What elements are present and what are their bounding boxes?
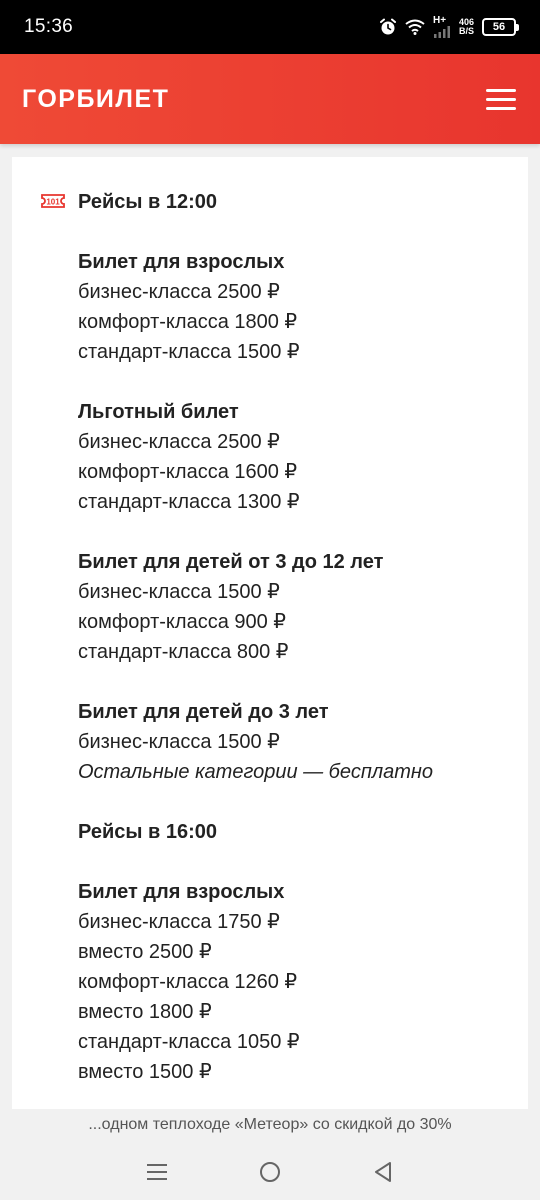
section-heading: Билет для взрослых	[78, 881, 285, 903]
section-heading: Билет для взрослых	[78, 251, 285, 273]
price-line: комфорт-класса 1600 ₽	[78, 461, 298, 483]
status-icons: H+ 406 B/S 56	[379, 16, 519, 38]
svg-text:101: 101	[46, 198, 60, 207]
ticket-prices-text: Рейсы в 12:00 Билет для взрослых бизнес-кл…	[78, 187, 508, 1087]
price-line: вместо 2500 ₽	[78, 941, 212, 963]
section-heading: Билет для детей до 3 лет	[78, 701, 329, 723]
wifi-icon	[405, 19, 425, 35]
app-header: ГОРБИЛЕТ	[0, 54, 540, 144]
price-line: бизнес-класса 1750 ₽	[78, 911, 280, 933]
price-line: бизнес-класса 2500 ₽	[78, 431, 280, 453]
price-line: комфорт-класса 900 ₽	[78, 611, 287, 633]
hamburger-menu-button[interactable]	[486, 88, 516, 110]
section-heading: Льготный билет	[78, 401, 239, 423]
section-heading: Билет для детей от 3 до 12 лет	[78, 551, 384, 573]
price-line: бизнес-класса 1500 ₽	[78, 581, 280, 603]
price-line: стандарт-класса 1500 ₽	[78, 341, 300, 363]
section-heading: Рейсы в 12:00	[78, 191, 218, 213]
logo-text: ГОРБИЛЕТ	[22, 84, 170, 113]
menu-bar-icon	[486, 97, 516, 101]
menu-nav-icon[interactable]	[137, 1152, 177, 1192]
price-line: вместо 1800 ₽	[78, 1001, 212, 1023]
content-card: 101 Рейсы в 12:00 Билет для взрослых бизне…	[12, 157, 528, 1109]
price-line: вместо 1500 ₽	[78, 1061, 212, 1083]
status-time: 15:36	[24, 16, 74, 37]
price-line: бизнес-класса 2500 ₽	[78, 281, 280, 303]
price-line: стандарт-класса 1300 ₽	[78, 491, 300, 513]
menu-bar-icon	[486, 106, 516, 110]
network-speed: 406 B/S	[459, 18, 474, 36]
section-heading: Рейсы в 16:00	[78, 821, 218, 843]
ticket-icon: 101	[40, 193, 66, 214]
battery-icon: 56	[482, 18, 519, 36]
price-line: стандарт-класса 1050 ₽	[78, 1031, 300, 1053]
back-nav-icon[interactable]	[363, 1152, 403, 1192]
alarm-icon	[379, 18, 397, 36]
network-type: H+	[432, 15, 447, 26]
menu-bar-icon	[486, 88, 516, 92]
logo[interactable]: ГОРБИЛЕТ	[22, 85, 169, 114]
home-nav-icon[interactable]	[250, 1152, 290, 1192]
price-line: стандарт-класса 800 ₽	[78, 641, 289, 663]
price-line: бизнес-класса 1500 ₽	[78, 731, 280, 753]
network-speed-unit: B/S	[458, 26, 474, 36]
battery-level: 56	[492, 21, 506, 33]
footer-banner-text: ...одном теплоходе «Метеор» со скидкой д…	[88, 1116, 452, 1133]
footer-banner[interactable]: ...одном теплоходе «Метеор» со скидкой д…	[0, 1109, 540, 1143]
price-line: комфорт-класса 1260 ₽	[78, 971, 298, 993]
signal-icon: H+	[433, 16, 451, 38]
system-nav-bar	[0, 1143, 540, 1200]
price-line: комфорт-класса 1800 ₽	[78, 311, 298, 333]
status-bar: 15:36 H+ 406 B/S 56	[0, 0, 540, 54]
price-line: Остальные категории — бесплатно	[78, 761, 434, 783]
